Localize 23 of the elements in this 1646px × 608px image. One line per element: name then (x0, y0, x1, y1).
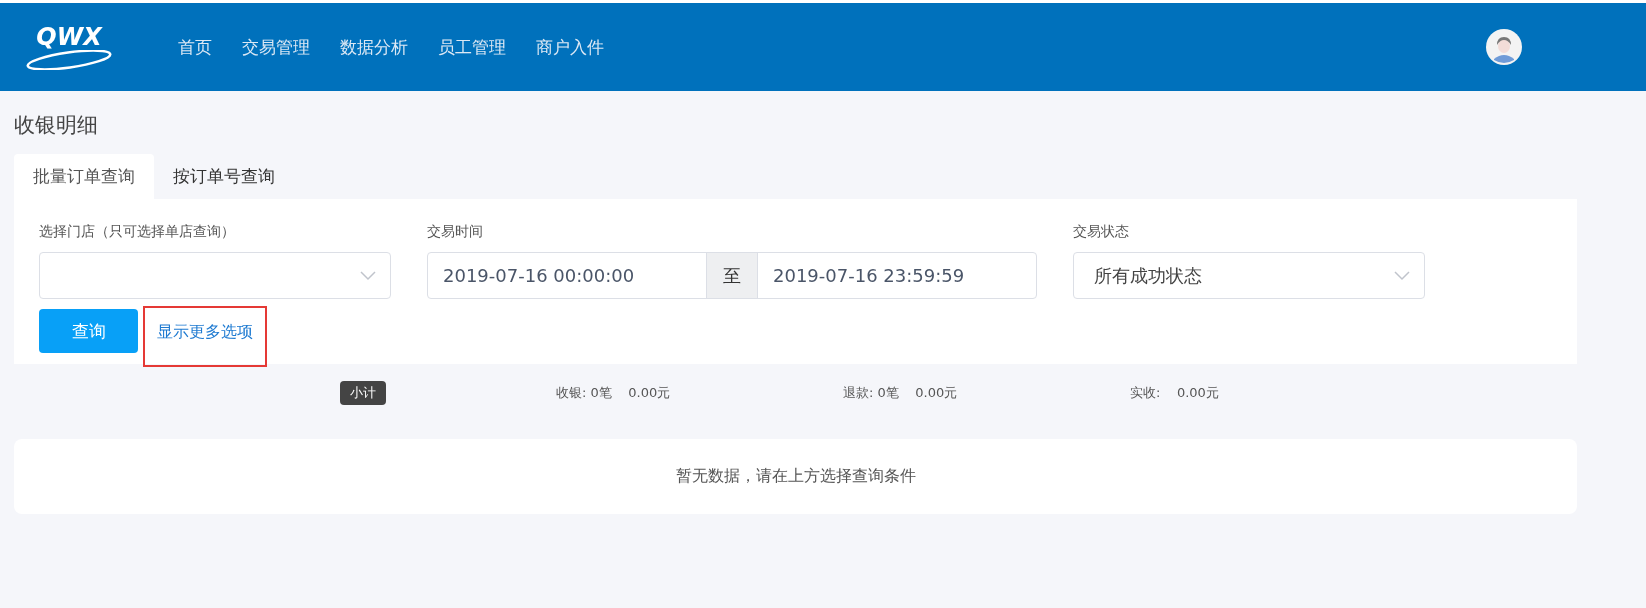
logo[interactable]: QWX (16, 24, 122, 70)
nav-link[interactable]: 首页 (165, 35, 225, 59)
nav-link[interactable]: 员工管理 (425, 35, 519, 59)
nav-link[interactable]: 交易管理 (229, 35, 323, 59)
nav-link[interactable]: 数据分析 (327, 35, 421, 59)
field-label: 选择门店（只可选择单店查询） (39, 223, 236, 241)
summary-text: 收银: 0笔 0.00元 (556, 384, 672, 402)
chevron-down-icon (360, 270, 376, 281)
nav-link[interactable]: 商户入件 (523, 35, 617, 59)
more-options-link[interactable]: 显示更多选项 (143, 305, 267, 367)
query-button[interactable]: 查询 (39, 309, 138, 353)
field-label: 交易状态 (1073, 223, 1130, 241)
field-label: 交易时间 (427, 223, 484, 241)
empty-message: 暂无数据，请在上方选择查询条件 (675, 466, 916, 487)
tab[interactable]: 批量订单查询 (14, 154, 154, 199)
status-select[interactable]: 所有成功状态 (1073, 252, 1425, 299)
page-title: 收银明细 (14, 112, 99, 139)
avatar-icon[interactable] (1486, 29, 1522, 65)
summary-text: 实收: 0.00元 (1130, 384, 1220, 402)
subtotal-badge: 小计 (340, 381, 386, 405)
summary-text: 退款: 0笔 0.00元 (843, 384, 959, 402)
chevron-down-icon (1394, 270, 1410, 281)
tab[interactable]: 按订单号查询 (154, 154, 294, 199)
